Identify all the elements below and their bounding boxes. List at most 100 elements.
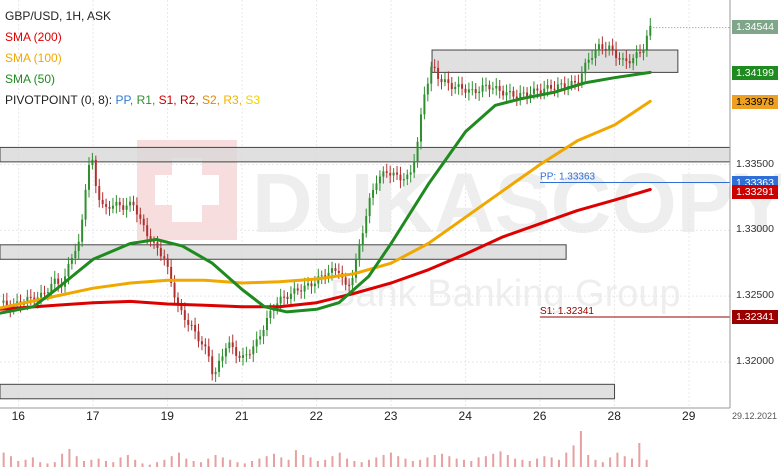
candle-body <box>115 201 118 206</box>
candle-body <box>101 199 104 205</box>
volume-bar <box>623 456 626 467</box>
volume-bar <box>419 459 422 467</box>
volume-bar <box>126 455 129 467</box>
legend-pivotpoint[interactable]: PIVOTPOINT (0, 8): PP, R1, S1, R2, S2, R… <box>5 90 260 111</box>
candle-body <box>218 360 221 372</box>
volume-bar <box>24 459 27 467</box>
legend-sma50[interactable]: SMA (50) <box>5 69 260 90</box>
candle-body <box>70 258 73 264</box>
volume-bar <box>499 451 502 467</box>
candle-body <box>118 201 121 206</box>
volume-bar <box>441 453 444 467</box>
price-tag: 1.33978 <box>732 94 778 109</box>
candle-body <box>187 319 190 325</box>
x-tick-label: 19 <box>160 409 174 423</box>
volume-bar <box>514 458 517 467</box>
volume-bar <box>207 458 210 467</box>
volume-bar <box>411 461 414 467</box>
volume-bar <box>550 457 553 467</box>
candle-body <box>608 45 611 50</box>
candle-body <box>481 85 484 92</box>
candle-body <box>84 189 87 220</box>
candle-body <box>43 292 46 294</box>
candle-body <box>474 89 477 93</box>
pivot-item-pp: PP, <box>115 93 137 107</box>
candle-body <box>378 176 381 184</box>
candle-body <box>478 91 481 93</box>
volume-bar <box>594 459 597 467</box>
pivot-item-s2: S2, <box>202 93 224 107</box>
candle-body <box>440 78 443 83</box>
pivot-label-1: S1: 1.32341 <box>540 306 594 317</box>
candle-body <box>604 48 607 50</box>
candle-body <box>645 35 648 50</box>
y-tick-label: 1.33500 <box>736 157 774 170</box>
candle-body <box>409 172 412 175</box>
volume-bar <box>214 455 217 467</box>
volume-bar <box>426 457 429 467</box>
candle-body <box>423 94 426 115</box>
watermark-sub: Bank Banking Group <box>330 273 681 315</box>
zone-3 <box>431 49 679 73</box>
pivot-items: PP, R1, S1, R2, S2, R3, S3 <box>115 93 260 107</box>
y-tick-label: 1.32000 <box>736 354 774 367</box>
candle-body <box>46 291 49 293</box>
candle-body <box>591 58 594 60</box>
candle-body <box>594 49 597 59</box>
x-tick-label: 17 <box>86 409 100 423</box>
candle-body <box>303 285 306 292</box>
candle-body <box>265 318 268 330</box>
legend-sma100[interactable]: SMA (100) <box>5 48 260 69</box>
candle-body <box>385 171 388 174</box>
volume-bar <box>17 461 20 467</box>
candle-body <box>358 244 361 260</box>
candle-body <box>129 201 132 206</box>
candle-body <box>207 346 210 357</box>
candle-body <box>269 310 272 319</box>
price-tag: 1.34544 <box>732 20 778 35</box>
volume-bar <box>104 461 107 467</box>
candle-body <box>183 310 186 320</box>
volume-bar <box>141 463 144 467</box>
volume-bar <box>61 453 64 467</box>
legend-sma200[interactable]: SMA (200) <box>5 27 260 48</box>
candle-body <box>508 90 511 93</box>
candle-body <box>238 355 241 358</box>
candle-body <box>433 66 436 68</box>
candle-body <box>450 83 453 90</box>
candle-body <box>392 172 395 176</box>
candle-body <box>372 190 375 198</box>
volume-bar <box>170 456 173 467</box>
candle-body <box>74 250 77 259</box>
candle-body <box>231 342 234 348</box>
x-tick-label: 23 <box>384 409 398 423</box>
volume-bar <box>338 452 341 467</box>
candle-body <box>163 256 166 259</box>
candle-body <box>536 88 539 91</box>
volume-bar <box>433 455 436 467</box>
volume-bar <box>492 453 495 467</box>
candle-body <box>560 83 563 85</box>
candle-body <box>310 283 313 287</box>
volume-bar <box>528 461 531 467</box>
candle-body <box>512 90 515 97</box>
chart-legend: GBP/USD, 1H, ASK SMA (200) SMA (100) SMA… <box>5 6 260 111</box>
volume-bar <box>309 457 312 467</box>
volume-bar <box>587 455 590 467</box>
candle-body <box>337 270 340 274</box>
candle-body <box>416 141 419 162</box>
candle-body <box>248 354 251 356</box>
x-tick-label: 21 <box>235 409 249 423</box>
candle-body <box>632 58 635 64</box>
candle-body <box>365 216 368 234</box>
candle-body <box>142 218 145 226</box>
candle-body <box>173 282 176 298</box>
candle-body <box>245 354 248 356</box>
candle-body <box>430 66 433 84</box>
candle-body <box>53 278 56 284</box>
volume-bar <box>178 452 181 467</box>
dukascopy-watermark: DUKASCOPY Bank Banking Group <box>137 140 781 315</box>
candle-body <box>402 179 405 181</box>
candle-body <box>94 159 97 187</box>
candle-body <box>539 90 542 94</box>
